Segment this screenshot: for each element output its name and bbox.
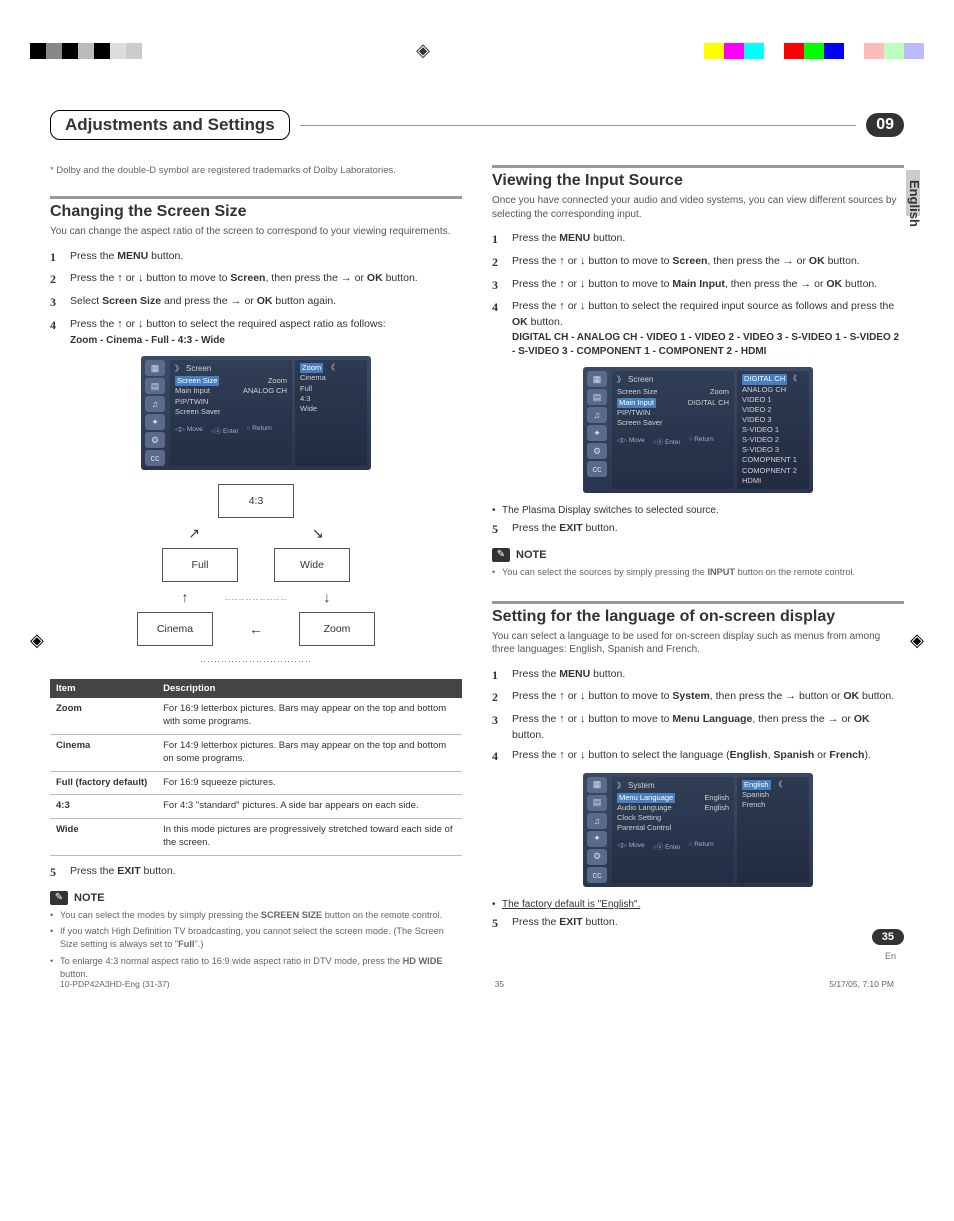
osd-nav-icon: ⚙: [145, 432, 165, 448]
table-row: WideIn this mode pictures are progressiv…: [50, 819, 462, 856]
right-arrow-icon: →: [828, 713, 839, 725]
dolby-footnote: * Dolby and the double-D symbol are regi…: [50, 165, 462, 176]
step-4: 4Press the ↑ or ↓ button to select the l…: [492, 748, 904, 765]
footer-metadata: 10-PDP42A3HD-Eng (31-37) 35 5/17/05, 7:1…: [60, 979, 894, 989]
step-2: 2Press the ↑ or ↓ button to move to Syst…: [492, 689, 904, 706]
step-2: 2Press the ↑ or ↓ button to move to Scre…: [492, 254, 904, 271]
osd-nav-icon: ♫: [587, 813, 607, 829]
osd-nav-icon: ♫: [587, 407, 607, 423]
table-row: ZoomFor 16:9 letterbox pictures. Bars ma…: [50, 698, 462, 734]
section-title-input: Viewing the Input Source: [492, 172, 904, 190]
step-2: 2Press the ↑ or ↓ button to move to Scre…: [50, 271, 462, 288]
result-bullet: The Plasma Display switches to selected …: [492, 505, 904, 516]
osd-nav-icon: ▦: [587, 777, 607, 793]
osd-nav-icon: ▤: [145, 378, 165, 394]
section-title-screensize: Changing the Screen Size: [50, 203, 462, 221]
section-intro: You can change the aspect ratio of the s…: [50, 225, 462, 239]
osd-nav-icon: ✦: [587, 425, 607, 441]
register-center-icon: ◈: [416, 40, 430, 61]
osd-nav-icon: ▦: [145, 360, 165, 376]
table-row: CinemaFor 14:9 letterbox pictures. Bars …: [50, 734, 462, 771]
step-4: 4Press the ↑ or ↓ button to select the r…: [492, 299, 904, 359]
section-rule: [50, 196, 462, 199]
right-arrow-icon: →: [800, 278, 811, 290]
step-3: 3Press the ↑ or ↓ button to move to Main…: [492, 277, 904, 294]
right-arrow-icon: →: [783, 255, 794, 267]
osd-nav-icon: cc: [145, 450, 165, 466]
arrow-icon: ↘: [312, 526, 324, 540]
step-3: 3Select Screen Size and press the → or O…: [50, 294, 462, 311]
crop-mark-left: ◈: [30, 630, 44, 651]
table-row: Full (factory default)For 16:9 squeeze p…: [50, 771, 462, 795]
chapter-badge: 09: [866, 113, 904, 137]
section-rule: [492, 601, 904, 604]
right-arrow-icon: →: [231, 295, 242, 307]
table-row: 4:3For 4:3 "standard" pictures. A side b…: [50, 795, 462, 819]
section-rule: [492, 165, 904, 168]
right-arrow-icon: →: [341, 272, 352, 284]
left-column: * Dolby and the double-D symbol are regi…: [50, 165, 462, 985]
osd-nav-icon: ⚙: [587, 443, 607, 459]
right-column: Viewing the Input Source Once you have c…: [492, 165, 904, 985]
osd-nav-icon: ▤: [587, 389, 607, 405]
note-list: You can select the modes by simply press…: [50, 909, 462, 981]
osd-nav-icon: cc: [587, 867, 607, 883]
section-intro: Once you have connected your audio and v…: [492, 194, 904, 221]
color-bars: [704, 43, 924, 59]
note-icon: ✎: [492, 548, 510, 562]
step-5: 5Press the EXIT button.: [492, 915, 904, 932]
page-number-badge: 35: [872, 929, 904, 945]
arrow-icon: ↓: [324, 590, 331, 604]
osd-nav-icon: ✦: [145, 414, 165, 430]
osd-nav-icon: ▤: [587, 795, 607, 811]
factory-default-note: The factory default is "English".: [492, 899, 904, 910]
header-rule: [300, 125, 857, 126]
registration-marks: ◈: [0, 40, 954, 61]
step-5: 5Press the EXIT button.: [492, 521, 904, 538]
step-3: 3Press the ↑ or ↓ button to move to Menu…: [492, 712, 904, 742]
arrow-icon: ←: [249, 622, 263, 636]
osd-nav-icon: ✦: [587, 831, 607, 847]
osd-system-menu: ▦▤♫✦⚙cc 》System Menu LanguageEnglish Aud…: [583, 773, 813, 887]
reg-squares-left: [30, 43, 142, 59]
page-lang: En: [885, 951, 896, 961]
osd-nav-icon: ▦: [587, 371, 607, 387]
note-icon: ✎: [50, 891, 68, 905]
screen-size-table: ItemDescription ZoomFor 16:9 letterbox p…: [50, 679, 462, 856]
osd-input-menu: ▦▤♫✦⚙cc 》Screen Screen SizeZoom Main Inp…: [583, 367, 813, 492]
page-title: Adjustments and Settings: [50, 110, 290, 140]
osd-nav-icon: ♫: [145, 396, 165, 412]
arrow-icon: ↗: [188, 526, 200, 540]
step-1: 1Press the MENU button.: [492, 667, 904, 684]
step-4: 4Press the ↑ or ↓ button to select the r…: [50, 317, 462, 348]
section-title-language: Setting for the language of on-screen di…: [492, 608, 904, 626]
right-arrow-icon: →: [785, 690, 796, 702]
step-1: 1Press the MENU button.: [492, 231, 904, 248]
step-1: 1Press the MENU button.: [50, 249, 462, 266]
note-list: You can select the sources by simply pre…: [492, 566, 904, 579]
arrow-icon: ↑: [181, 590, 188, 604]
osd-nav-icon: ⚙: [587, 849, 607, 865]
section-intro: You can select a language to be used for…: [492, 630, 904, 657]
side-language-tab: English: [907, 180, 922, 227]
crop-mark-right: ◈: [910, 630, 924, 651]
osd-nav-icon: cc: [587, 461, 607, 477]
step-5: 5Press the EXIT button.: [50, 864, 462, 881]
osd-screen-menu: ▦▤♫✦⚙cc 》Screen Screen SizeZoom Main Inp…: [141, 356, 371, 470]
aspect-diagram: 4:3 ↗↘ FullWide ↑‥‥‥‥‥‥‥‥‥↓ Cinema←Zoom …: [50, 484, 462, 665]
